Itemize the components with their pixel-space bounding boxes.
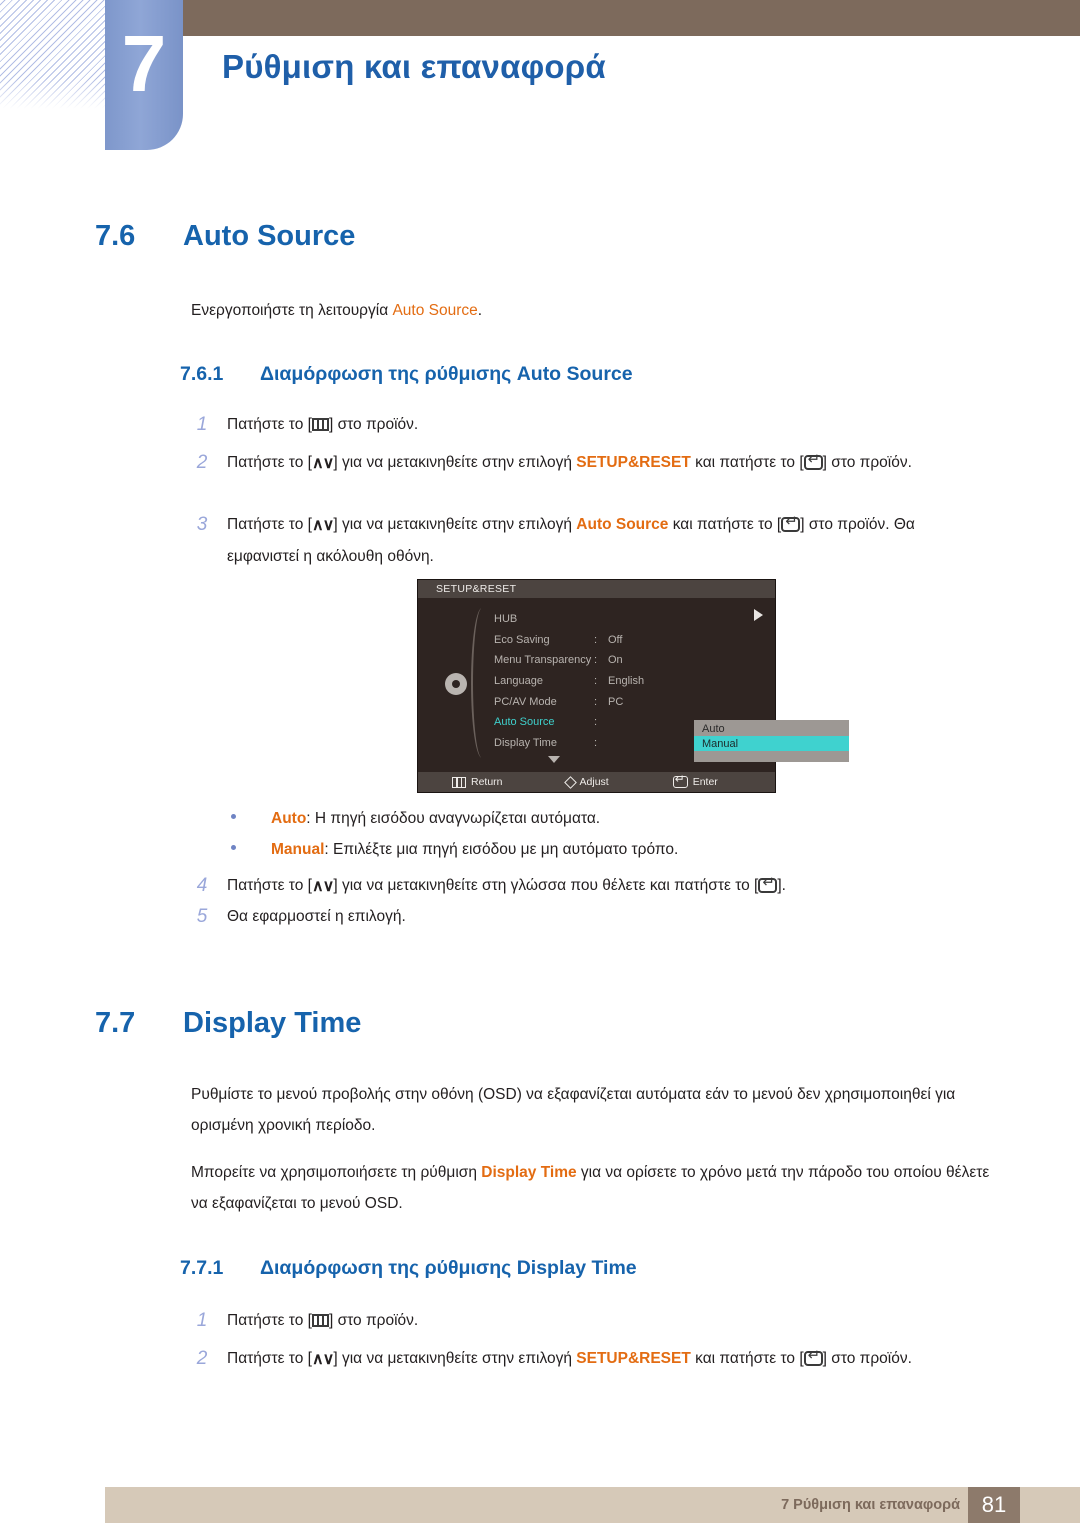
bullet-dot-icon [231, 845, 236, 850]
step-number: 5 [196, 906, 208, 927]
page-footer-text: 7 Ρύθμιση και επαναφορά [781, 1497, 960, 1513]
step-body: Θα εφαρμοστεί η επιλογή. [227, 908, 406, 925]
osd-row-colon: : [594, 654, 598, 667]
bullet-body: Manual: Επιλέξτε μια πηγή εισόδου με μη … [271, 834, 678, 865]
osd-row-value: On [608, 654, 623, 667]
osd-dropdown-option[interactable]: Manual [694, 736, 849, 751]
bullet-text: : Η πηγή εισόδου αναγνωρίζεται αυτόματα. [306, 810, 601, 827]
up-down-icon: ∧∨ [311, 878, 334, 895]
section-77-paragraph-1: Ρυθμίστε το μενού προβολής στην οθόνη (O… [191, 1086, 956, 1134]
osd-row-label: HUB [494, 613, 518, 626]
osd-footer-adjust-label: Adjust [579, 776, 609, 788]
bullet-body: Auto: Η πηγή εισόδου αναγνωρίζεται αυτόμ… [271, 803, 600, 834]
osd-auto-source-dropdown: Auto Manual [694, 720, 849, 762]
osd-row-label: Auto Source [494, 716, 555, 729]
bullet-text: : Επιλέξτε μια πηγή εισόδου με μη αυτόμα… [324, 841, 679, 858]
step-number: 3 [196, 514, 208, 535]
up-down-icon: ∧∨ [311, 517, 334, 534]
chapter-number: 7 [121, 19, 167, 108]
osd-footer-return: Return [452, 776, 503, 788]
osd-row-value: Off [608, 633, 623, 646]
bullet-dot-icon [231, 814, 236, 819]
para2-before: Μπορείτε να χρησιμοποιήσετε τη ρύθμιση [191, 1164, 482, 1181]
step-body: Πατήστε το [∧∨] για να μετακινηθείτε στη… [227, 870, 786, 902]
up-down-icon: ∧∨ [311, 1351, 334, 1368]
menu-icon [311, 418, 329, 431]
subsection-number-761: 7.6.1 [180, 363, 224, 385]
step-number: 2 [196, 452, 208, 473]
para2-highlight: Display Time [481, 1164, 577, 1181]
osd-menu-row[interactable]: PC/AV Mode: PC [494, 691, 769, 712]
osd-row-colon: : [594, 633, 598, 646]
menu-icon [311, 1314, 329, 1327]
enter-icon [803, 452, 823, 470]
menu-icon [452, 776, 466, 788]
osd-row-label: Display Time [494, 736, 557, 749]
step-body: Πατήστε το [∧∨] για να μετακινηθείτε στη… [227, 509, 981, 572]
osd-row-value: English [608, 675, 645, 688]
intro-highlight: Auto Source [392, 302, 478, 319]
osd-footer-adjust: Adjust [563, 775, 609, 789]
hatch-fade-overlay [0, 78, 108, 114]
subsection-title-761: Διαμόρφωση της ρύθμισης Auto Source [260, 363, 633, 385]
osd-scroll-down-icon [548, 756, 560, 763]
diamond-icon [563, 775, 577, 789]
section-77-paragraph-2: Μπορείτε να χρησιμοποιήσετε τη ρύθμιση D… [191, 1157, 1001, 1219]
emphasis-text: Auto Source [576, 516, 669, 533]
osd-row-colon: : [594, 695, 598, 708]
subsection-title-771: Διαμόρφωση της ρύθμισης Display Time [260, 1257, 637, 1279]
chapter-title: Ρύθμιση και επαναφορά [222, 48, 606, 85]
up-down-icon: ∧∨ [311, 455, 334, 472]
osd-curve-divider [471, 608, 481, 758]
osd-row-colon: : [594, 736, 598, 749]
section-title-77: Display Time [183, 1007, 362, 1039]
bullet-label: Manual [271, 841, 325, 858]
subsection-number-771: 7.7.1 [180, 1257, 224, 1279]
osd-footer-enter: Enter [672, 773, 718, 788]
step-number: 1 [196, 1310, 208, 1331]
enter-icon [758, 875, 778, 893]
section-title-76: Auto Source [183, 220, 356, 252]
intro-after: . [477, 302, 483, 319]
osd-menu-row[interactable]: Menu Transparency: On [494, 650, 769, 671]
osd-dropdown-option[interactable]: Auto [694, 721, 849, 736]
osd-footer-bar: Return Adjust Enter [418, 772, 775, 792]
osd-menu-row[interactable]: Eco Saving: Off [494, 630, 769, 651]
osd-menu-row[interactable]: Language: English [494, 671, 769, 692]
step-number: 4 [196, 875, 208, 896]
section-number-77: 7.7 [95, 1007, 136, 1039]
step-body: Πατήστε το [] στο προϊόν. [227, 416, 419, 433]
osd-title-bar: SETUP&RESET [418, 580, 775, 598]
step-body: Πατήστε το [] στο προϊόν. [227, 1312, 419, 1329]
intro-before: Ενεργοποιήστε τη λειτουργία [191, 302, 393, 319]
emphasis-text: SETUP&RESET [576, 1350, 691, 1367]
header-brown-bar [168, 0, 1080, 36]
section-number-76: 7.6 [95, 220, 136, 252]
osd-row-value: PC [608, 695, 624, 708]
osd-row-label: PC/AV Mode [494, 695, 557, 708]
osd-row-colon: : [594, 675, 598, 688]
osd-row-label: Menu Transparency [494, 654, 592, 667]
enter-icon [803, 1348, 823, 1366]
step-body: Πατήστε το [∧∨] για να μετακινηθείτε στη… [227, 1343, 912, 1375]
emphasis-text: SETUP&RESET [576, 454, 691, 471]
enter-icon [672, 773, 688, 788]
section-76-intro: Ενεργοποιήστε τη λειτουργία Auto Source. [191, 295, 951, 326]
bullet-label: Auto [271, 810, 307, 827]
osd-row-colon: : [594, 716, 598, 729]
step-number: 1 [196, 414, 208, 435]
osd-setup-gear-icon [445, 673, 467, 695]
osd-menu-screenshot: SETUP&RESET HUB Eco Saving: Off Menu Transp… [418, 580, 849, 792]
osd-row-label: Eco Saving [494, 633, 550, 646]
step-body: Πατήστε το [∧∨] για να μετακινηθείτε στη… [227, 447, 912, 479]
osd-footer-return-label: Return [471, 776, 503, 788]
osd-footer-enter-label: Enter [692, 776, 718, 788]
osd-menu-row[interactable]: HUB [494, 609, 769, 630]
osd-row-label: Language [494, 675, 543, 688]
step-number: 2 [196, 1348, 208, 1369]
enter-icon [781, 514, 801, 532]
page-number: 81 [968, 1487, 1020, 1523]
